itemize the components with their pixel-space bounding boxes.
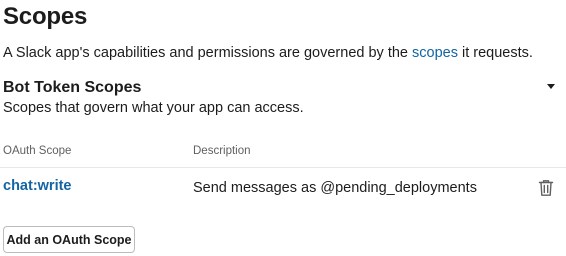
page-title: Scopes	[3, 3, 88, 30]
add-oauth-scope-button[interactable]: Add an OAuth Scope	[3, 226, 135, 253]
trash-icon[interactable]	[538, 179, 554, 197]
collapse-caret-icon[interactable]	[547, 84, 555, 89]
scopes-intro: A Slack app's capabilities and permissio…	[3, 43, 533, 63]
intro-text-before: A Slack app's capabilities and permissio…	[3, 45, 413, 61]
scope-description: Send messages as @pending_deployments	[193, 180, 477, 196]
scopes-docs-link[interactable]: scopes	[412, 45, 458, 61]
intro-text-after: it requests.	[457, 45, 533, 61]
bot-token-scopes-description: Scopes that govern what your app can acc…	[3, 100, 304, 116]
table-divider	[0, 167, 566, 168]
scope-name-link[interactable]: chat:write	[3, 176, 72, 196]
column-header-oauth-scope: OAuth Scope	[3, 145, 72, 157]
bot-token-scopes-title: Bot Token Scopes	[3, 79, 142, 96]
column-header-description: Description	[193, 145, 251, 157]
